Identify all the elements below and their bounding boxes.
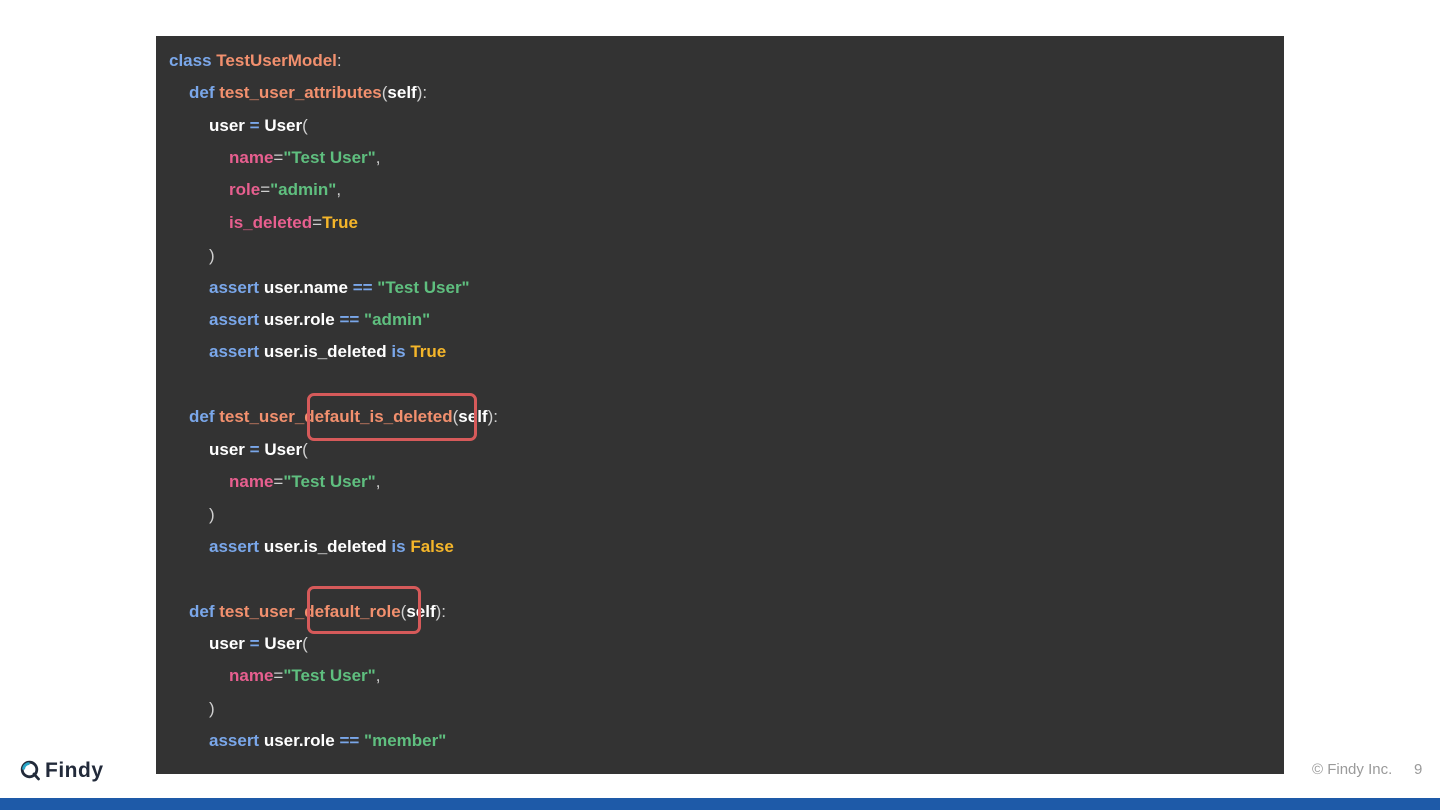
punctuation: , [375,148,381,167]
code-line-close-paren: ) [209,698,215,720]
string-literal: "admin" [270,180,337,199]
variable: user [209,634,245,653]
punctuation: ) [209,699,215,718]
attribute: user.is_deleted [263,342,387,361]
string-literal: "Test User" [377,278,470,297]
keyword-assert: assert [209,342,260,361]
brand-name: Findy [45,759,104,782]
function-name-prefix: test_user_ [219,602,305,621]
boolean-literal: False [410,537,454,556]
punctuation: ( [302,634,308,653]
code-panel: class TestUserModel: def test_user_attri… [156,36,1284,774]
keyword-assert: assert [209,278,260,297]
page-number: 9 [1414,761,1423,778]
class-ref: User [264,440,303,459]
punctuation: ( [302,116,308,135]
operator: == [352,278,373,297]
punctuation: , [375,666,381,685]
code-line-assert-role: assert user.role == "admin" [209,309,430,331]
code-line-def-1: def test_user_attributes(self): [189,82,427,104]
operator: is [391,342,406,361]
keyword-def: def [189,83,215,102]
operator: == [339,731,360,750]
punctuation: ): [435,602,447,621]
code-line-assert-is-deleted: assert user.is_deleted is False [209,536,454,558]
code-line-close-paren: ) [209,245,215,267]
punctuation: = [273,148,284,167]
argument-name: is_deleted [229,213,313,232]
class-ref: User [264,116,303,135]
code-line-assert-name: assert user.name == "Test User" [209,277,470,299]
punctuation: = [273,472,284,491]
code-line-class: class TestUserModel: [169,50,342,72]
argument-name: name [229,666,274,685]
string-literal: "Test User" [283,666,376,685]
function-name: test_user_attributes [219,83,382,102]
punctuation: = [312,213,323,232]
operator: is [391,537,406,556]
argument-name: role [229,180,261,199]
code-line-user-assign: user = User( [209,633,308,655]
keyword-def: def [189,602,215,621]
string-literal: "admin" [364,310,431,329]
keyword-def: def [189,407,215,426]
string-literal: "Test User" [283,472,376,491]
function-name-prefix: test_user_ [219,407,305,426]
self-param: self [387,83,417,102]
findy-logo: Findy [20,758,104,784]
punctuation: , [375,472,381,491]
findy-logo-icon [20,760,40,781]
punctuation: = [260,180,271,199]
keyword-assert: assert [209,537,260,556]
operator: = [249,440,260,459]
punctuation: = [273,666,284,685]
punctuation: ( [302,440,308,459]
punctuation: ): [416,83,428,102]
bottom-brand-bar [0,798,1440,810]
keyword-assert: assert [209,310,260,329]
attribute: user.name [263,278,348,297]
variable: user [209,440,245,459]
code-line-user-assign: user = User( [209,439,308,461]
class-name: TestUserModel [216,51,337,70]
highlight-box-default-is-deleted [307,393,477,441]
code-line-user-assign: user = User( [209,115,308,137]
copyright: © Findy Inc. [1312,761,1393,778]
string-literal: "member" [364,731,447,750]
boolean-literal: True [322,213,358,232]
code-line-arg-name: name="Test User", [229,665,380,687]
code-line-arg-name: name="Test User", [229,147,380,169]
code-line-arg-is-deleted: is_deleted=True [229,212,358,234]
keyword-assert: assert [209,731,260,750]
punctuation: : [336,51,342,70]
attribute: user.role [263,731,335,750]
code-line-assert-role: assert user.role == "member" [209,730,446,752]
class-ref: User [264,634,303,653]
variable: user [209,116,245,135]
boolean-literal: True [410,342,447,361]
string-literal: "Test User" [283,148,376,167]
keyword-class: class [169,51,212,70]
attribute: user.is_deleted [263,537,387,556]
argument-name: name [229,148,274,167]
operator: == [339,310,360,329]
code-line-arg-name: name="Test User", [229,471,380,493]
code-line-assert-is-deleted: assert user.is_deleted is True [209,341,446,363]
operator: = [249,634,260,653]
punctuation: ) [209,246,215,265]
argument-name: name [229,472,274,491]
punctuation: ) [209,505,215,524]
code-line-arg-role: role="admin", [229,179,341,201]
operator: = [249,116,260,135]
code-line-close-paren: ) [209,504,215,526]
punctuation: ): [487,407,498,426]
attribute: user.role [263,310,335,329]
highlight-box-default-role [307,586,421,634]
punctuation: , [336,180,342,199]
